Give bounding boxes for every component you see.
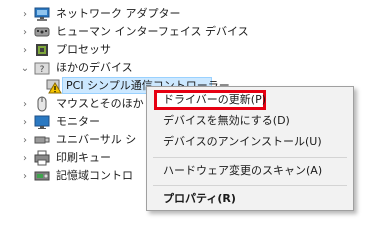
storage-icon (34, 171, 50, 181)
chevron-right-icon[interactable]: › (20, 9, 30, 20)
hid-icon (34, 27, 50, 37)
mouse-icon (37, 96, 47, 112)
tree-item-label: ヒューマン インターフェイス デバイス (56, 25, 249, 38)
tree-item-label: プロセッサ (56, 43, 111, 56)
menu-item-scan-hardware[interactable]: ハードウェア変更のスキャン(A) (163, 162, 322, 180)
menu-separator (153, 185, 347, 186)
tree-item-other-devices[interactable]: ⌄ ? ほかのデバイス (0, 58, 379, 78)
tree-item-label: ネットワーク アダプター (56, 7, 181, 20)
monitor-icon (34, 115, 50, 129)
chevron-right-icon[interactable]: › (20, 45, 30, 56)
tree-item-hid[interactable]: › ヒューマン インターフェイス デバイス (0, 22, 379, 42)
chevron-right-icon[interactable]: › (20, 117, 30, 128)
warning-device-icon (46, 79, 62, 94)
chevron-right-icon[interactable]: › (20, 99, 30, 110)
tree-item-label: ユニバーサル シ (56, 133, 137, 146)
tree-item-label: 記憶域コントロ (56, 169, 133, 182)
chevron-right-icon[interactable]: › (20, 171, 30, 182)
chevron-right-icon[interactable]: › (20, 27, 30, 38)
printer-icon (34, 150, 50, 166)
menu-item-properties[interactable]: プロパティ(R) (163, 190, 236, 208)
context-menu: ドライバーの更新(P) デバイスを無効にする(D) デバイスのアンインストール(… (146, 86, 354, 211)
unknown-device-icon: ? (34, 62, 50, 75)
tree-item-label: 印刷キュー (56, 151, 111, 164)
svg-text:?: ? (40, 65, 45, 75)
tree-item-label: モニター (56, 115, 100, 128)
chevron-right-icon[interactable]: › (20, 153, 30, 164)
menu-separator (153, 157, 347, 158)
tree-item-processor[interactable]: › プロセッサ (0, 40, 379, 60)
processor-icon (36, 44, 48, 56)
tree-item-label: ほかのデバイス (56, 61, 133, 74)
menu-item-disable-device[interactable]: デバイスを無効にする(D) (163, 112, 290, 130)
tree-item-network-adapter[interactable]: › ネットワーク アダプター (0, 4, 379, 24)
chevron-right-icon[interactable]: › (20, 135, 30, 146)
chevron-down-icon[interactable]: ⌄ (20, 63, 30, 74)
menu-item-uninstall-device[interactable]: デバイスのアンインストール(U) (163, 133, 322, 151)
menu-item-update-driver[interactable]: ドライバーの更新(P) (163, 91, 266, 109)
usb-icon (34, 136, 50, 144)
network-adapter-icon (34, 7, 50, 21)
tree-item-label: マウスとそのほか (56, 97, 144, 110)
